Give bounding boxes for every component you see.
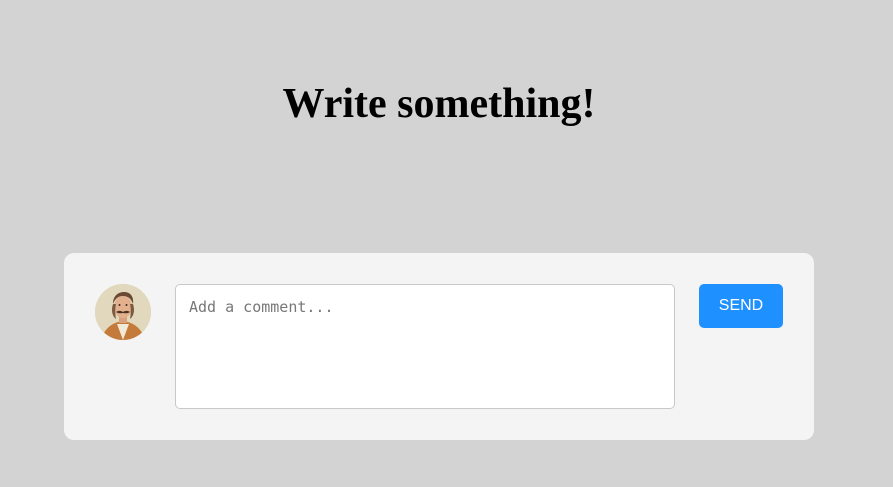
comment-card: SEND (64, 253, 814, 440)
user-portrait-icon (95, 284, 151, 340)
comment-input[interactable] (175, 284, 675, 409)
avatar (95, 284, 151, 340)
send-button[interactable]: SEND (699, 284, 783, 328)
page-title: Write something! (282, 81, 596, 127)
